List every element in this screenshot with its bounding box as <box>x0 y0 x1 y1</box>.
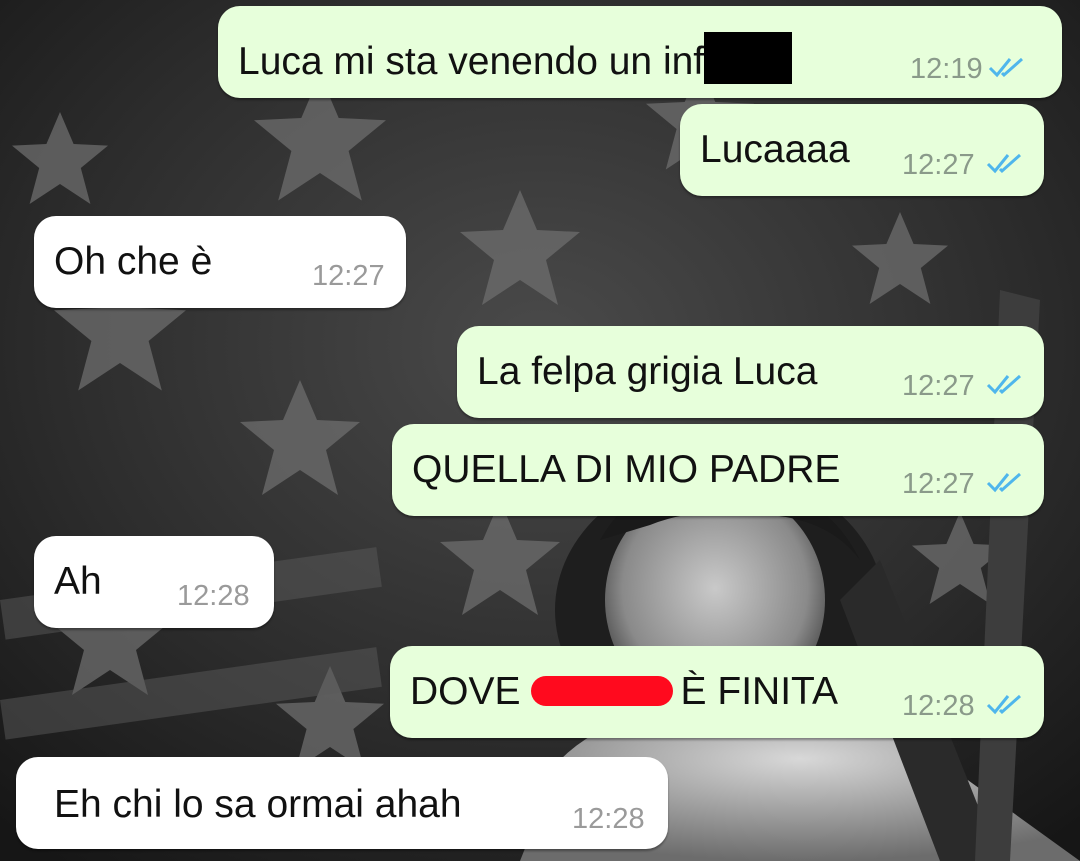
redaction-scribble <box>530 676 673 706</box>
message-timestamp: 12:27 <box>902 468 975 500</box>
message-timestamp: 12:27 <box>902 149 975 181</box>
double-check-icon <box>986 694 1021 715</box>
redaction-block <box>704 32 793 84</box>
message-bubble-outgoing[interactable]: Luca mi sta venendo un inf 12:19 <box>218 6 1062 98</box>
message-text: Lucaaaa <box>700 128 850 171</box>
message-bubble-outgoing[interactable]: La felpa grigia Luca 12:27 <box>457 326 1044 418</box>
double-check-icon <box>986 472 1021 493</box>
message-text: DOVE È FINITA <box>410 670 838 713</box>
message-text: Oh che è <box>54 240 213 283</box>
message-bubble-outgoing[interactable]: QUELLA DI MIO PADRE 12:27 <box>392 424 1044 516</box>
message-text: Eh chi lo sa ormai ahah <box>54 783 462 826</box>
message-timestamp: 12:27 <box>902 370 975 402</box>
message-timestamp: 12:28 <box>902 690 975 722</box>
message-bubble-incoming[interactable]: Eh chi lo sa ormai ahah 12:28 <box>16 757 668 849</box>
message-bubble-incoming[interactable]: Oh che è 12:27 <box>34 216 406 308</box>
message-text: La felpa grigia Luca <box>477 350 818 393</box>
message-text: Ah <box>54 560 102 603</box>
message-bubble-incoming[interactable]: Ah 12:28 <box>34 536 274 628</box>
double-check-icon <box>988 57 1023 78</box>
double-check-icon <box>986 153 1021 174</box>
message-timestamp: 12:28 <box>177 580 250 612</box>
message-timestamp: 12:28 <box>572 803 645 835</box>
message-timestamp: 12:27 <box>312 260 385 292</box>
message-bubble-outgoing[interactable]: DOVE È FINITA 12:28 <box>390 646 1044 738</box>
message-text: Luca mi sta venendo un inf <box>238 32 793 84</box>
double-check-icon <box>986 374 1021 395</box>
chat-thread: Luca mi sta venendo un inf 12:19 Lucaaaa… <box>0 0 1080 861</box>
message-text: QUELLA DI MIO PADRE <box>412 448 841 491</box>
message-timestamp: 12:19 <box>910 53 983 85</box>
message-bubble-outgoing[interactable]: Lucaaaa 12:27 <box>680 104 1044 196</box>
